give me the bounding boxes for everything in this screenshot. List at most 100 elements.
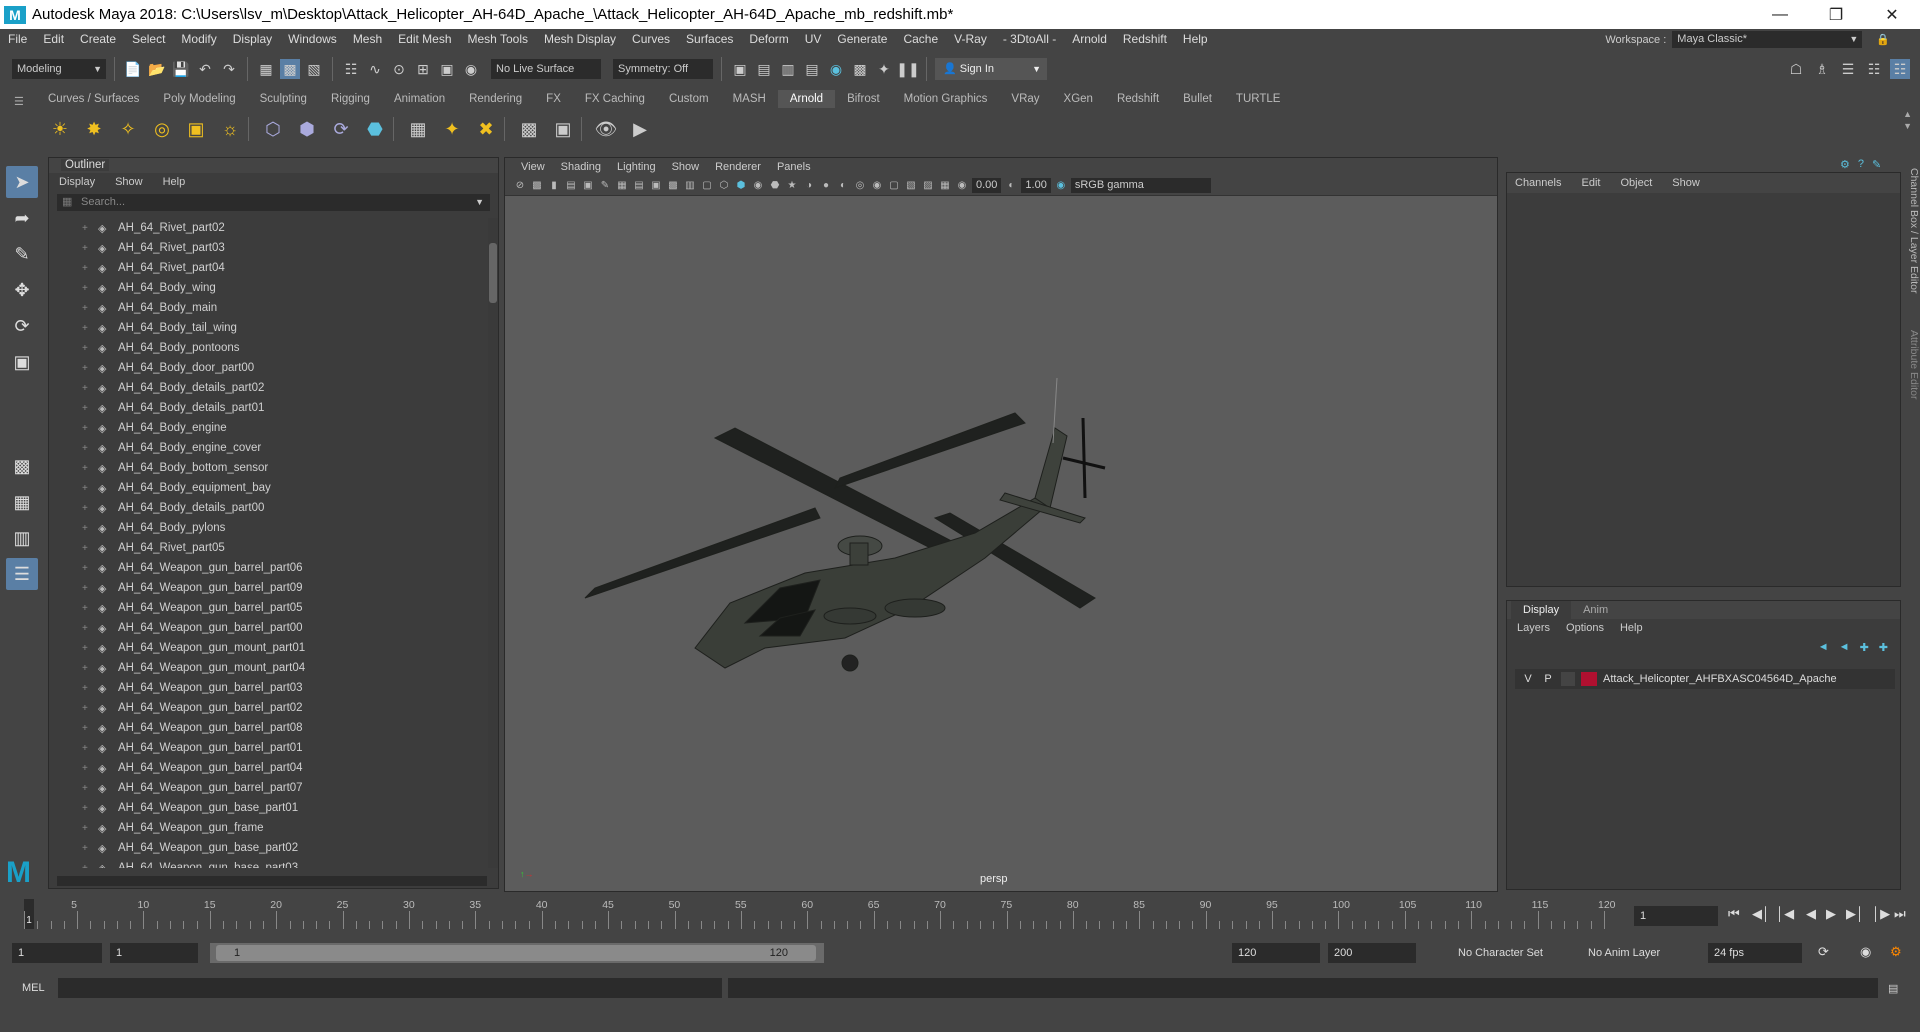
end-time-field[interactable]: 200 (1328, 943, 1416, 963)
step-forward-frame-icon[interactable]: ▶│ (1846, 906, 1864, 922)
shelf-tab-rigging[interactable]: Rigging (319, 90, 382, 108)
expand-icon[interactable]: + (82, 263, 94, 274)
skydome-light-icon[interactable]: ◎ (148, 115, 176, 143)
layer-menu-help[interactable]: Help (1620, 619, 1643, 637)
menu-modify[interactable]: Modify (173, 32, 224, 46)
list-item[interactable]: + ◈ AH_64_Body_pylons (49, 518, 489, 538)
attribute-editor-side-tab[interactable]: Attribute Editor (1903, 330, 1920, 450)
list-item[interactable]: + ◈ AH_64_Body_pontoons (49, 338, 489, 358)
area-light-icon[interactable]: ☀ (46, 115, 74, 143)
character-set-dropdown[interactable]: No Character Set (1452, 943, 1562, 963)
single-perspective-icon[interactable]: ▩ (6, 450, 38, 482)
expand-icon[interactable]: + (82, 763, 94, 774)
menu-mesh-display[interactable]: Mesh Display (536, 32, 624, 46)
hypershade-icon[interactable]: ◉ (826, 59, 846, 79)
expand-icon[interactable]: + (82, 803, 94, 814)
expand-icon[interactable]: + (82, 223, 94, 234)
outliner-menu-display[interactable]: Display (59, 173, 95, 191)
workspace-dropdown[interactable]: Maya Classic* ▼ (1672, 31, 1863, 48)
list-item[interactable]: + ◈ AH_64_Weapon_gun_barrel_part09 (49, 578, 489, 598)
shelf-tab-fx[interactable]: FX (534, 90, 573, 108)
menu-edit-mesh[interactable]: Edit Mesh (390, 32, 459, 46)
color-management-icon[interactable]: ◉ (1054, 179, 1068, 193)
view-transform-field[interactable]: sRGB gamma (1070, 178, 1211, 193)
eye-icon[interactable]: 👁 (592, 115, 620, 143)
list-item[interactable]: + ◈ AH_64_Rivet_part02 (49, 218, 489, 238)
select-object-icon[interactable]: ▩ (280, 59, 300, 79)
shelf-tab-bifrost[interactable]: Bifrost (835, 90, 892, 108)
shelf-tab-motion-graphics[interactable]: Motion Graphics (892, 90, 1000, 108)
four-view-icon[interactable]: ▦ (6, 486, 38, 518)
menu-mesh-tools[interactable]: Mesh Tools (460, 32, 536, 46)
pause-icon[interactable]: ❚❚ (896, 59, 919, 79)
tab-display[interactable]: Display (1511, 601, 1572, 619)
field-chart-icon[interactable]: ▥ (683, 179, 697, 193)
expand-icon[interactable]: + (82, 603, 94, 614)
paint-select-icon[interactable]: ✎ (6, 238, 38, 270)
flush-cache-icon[interactable]: ▦ (404, 115, 432, 143)
menu-edit[interactable]: Edit (35, 32, 72, 46)
go-to-end-icon[interactable]: ⏭ (1894, 906, 1906, 922)
shadows-icon[interactable]: ◑ (802, 179, 816, 193)
visibility-toggle[interactable]: V (1521, 673, 1535, 685)
safe-action-icon[interactable]: ▢ (700, 179, 714, 193)
list-item[interactable]: + ◈ AH_64_Body_engine (49, 418, 489, 438)
outliner-layout-icon[interactable]: ☰ (6, 558, 38, 590)
list-item[interactable]: + ◈ AH_64_Body_main (49, 298, 489, 318)
tx-manager-icon[interactable]: ✦ (438, 115, 466, 143)
scale-tool-icon[interactable]: ▣ (6, 346, 38, 378)
playback-toggle[interactable]: P (1541, 673, 1555, 685)
lasso-tool-icon[interactable]: ➦ (6, 202, 38, 234)
light-editor-icon[interactable]: ✦ (874, 59, 894, 79)
play-backwards-icon[interactable]: ◀ (1806, 906, 1816, 922)
standin-icon[interactable]: ⬡ (259, 115, 287, 143)
expand-icon[interactable]: + (82, 783, 94, 794)
gate-mask-icon[interactable]: ▩ (666, 179, 680, 193)
mel-input[interactable] (58, 978, 722, 998)
gamma-field[interactable]: 1.00 (1021, 178, 1051, 193)
wireframe-icon[interactable]: ⬡ (717, 179, 731, 193)
menu--3dtoall-[interactable]: - 3DtoAll - (995, 32, 1064, 46)
expand-icon[interactable]: + (82, 743, 94, 754)
viewport-panel[interactable]: View Shading Lighting Show Renderer Panels ⊘ … (504, 157, 1498, 892)
wireframe-on-shaded-icon[interactable]: ◉ (751, 179, 765, 193)
shelf-tab-turtle[interactable]: TURTLE (1224, 90, 1293, 108)
list-item[interactable]: + ◈ AH_64_Weapon_gun_base_part03 (49, 858, 489, 868)
menu-display[interactable]: Display (225, 32, 280, 46)
move-tool-icon[interactable]: ✥ (6, 274, 38, 306)
expand-icon[interactable]: + (82, 623, 94, 634)
rotate-tool-icon[interactable]: ⟳ (6, 310, 38, 342)
step-back-key-icon[interactable]: ◀│ (1752, 906, 1770, 922)
list-item[interactable]: + ◈ AH_64_Body_details_part02 (49, 378, 489, 398)
help-icon[interactable]: ? (1858, 158, 1864, 171)
select-hierarchy-icon[interactable]: ▦ (256, 59, 276, 79)
live-surface-field[interactable]: No Live Surface (491, 59, 601, 79)
menu-mesh[interactable]: Mesh (345, 32, 390, 46)
list-item[interactable]: + ◈ AH_64_Weapon_gun_barrel_part07 (49, 778, 489, 798)
layer-row[interactable]: V P Attack_Helicopter_AHFBXASC04564D_Apa… (1515, 669, 1895, 689)
expand-icon[interactable]: + (82, 363, 94, 374)
render-view-icon[interactable]: ▤ (802, 59, 822, 79)
shelf-tab-sculpting[interactable]: Sculpting (248, 90, 319, 108)
menu-windows[interactable]: Windows (280, 32, 345, 46)
save-scene-icon[interactable]: 💾 (171, 59, 191, 79)
select-camera-icon[interactable]: ⊘ (513, 179, 527, 193)
menu-arnold[interactable]: Arnold (1064, 32, 1115, 46)
play-forwards-icon[interactable]: ▶ (1826, 906, 1836, 922)
shelf-tab-curves-surfaces[interactable]: Curves / Surfaces (36, 90, 151, 108)
go-to-start-icon[interactable]: ⏮ (1728, 906, 1740, 922)
channel-menu-edit[interactable]: Edit (1581, 173, 1600, 193)
expand-icon[interactable]: + (82, 323, 94, 334)
expand-icon[interactable]: + (82, 303, 94, 314)
lock-icon[interactable]: 🔒 (1876, 33, 1890, 46)
list-item[interactable]: + ◈ AH_64_Body_equipment_bay (49, 478, 489, 498)
tool-settings-icon[interactable]: ☷ (1864, 59, 1884, 79)
menu-v-ray[interactable]: V-Ray (946, 32, 995, 46)
curve-collector-icon[interactable]: ⟳ (327, 115, 355, 143)
expand-icon[interactable]: + (82, 503, 94, 514)
expand-icon[interactable]: + (82, 443, 94, 454)
menu-curves[interactable]: Curves (624, 32, 678, 46)
channel-menu-channels[interactable]: Channels (1515, 173, 1561, 193)
modeling-toolkit-icon[interactable]: ☖ (1786, 59, 1806, 79)
list-item[interactable]: + ◈ AH_64_Rivet_part05 (49, 538, 489, 558)
